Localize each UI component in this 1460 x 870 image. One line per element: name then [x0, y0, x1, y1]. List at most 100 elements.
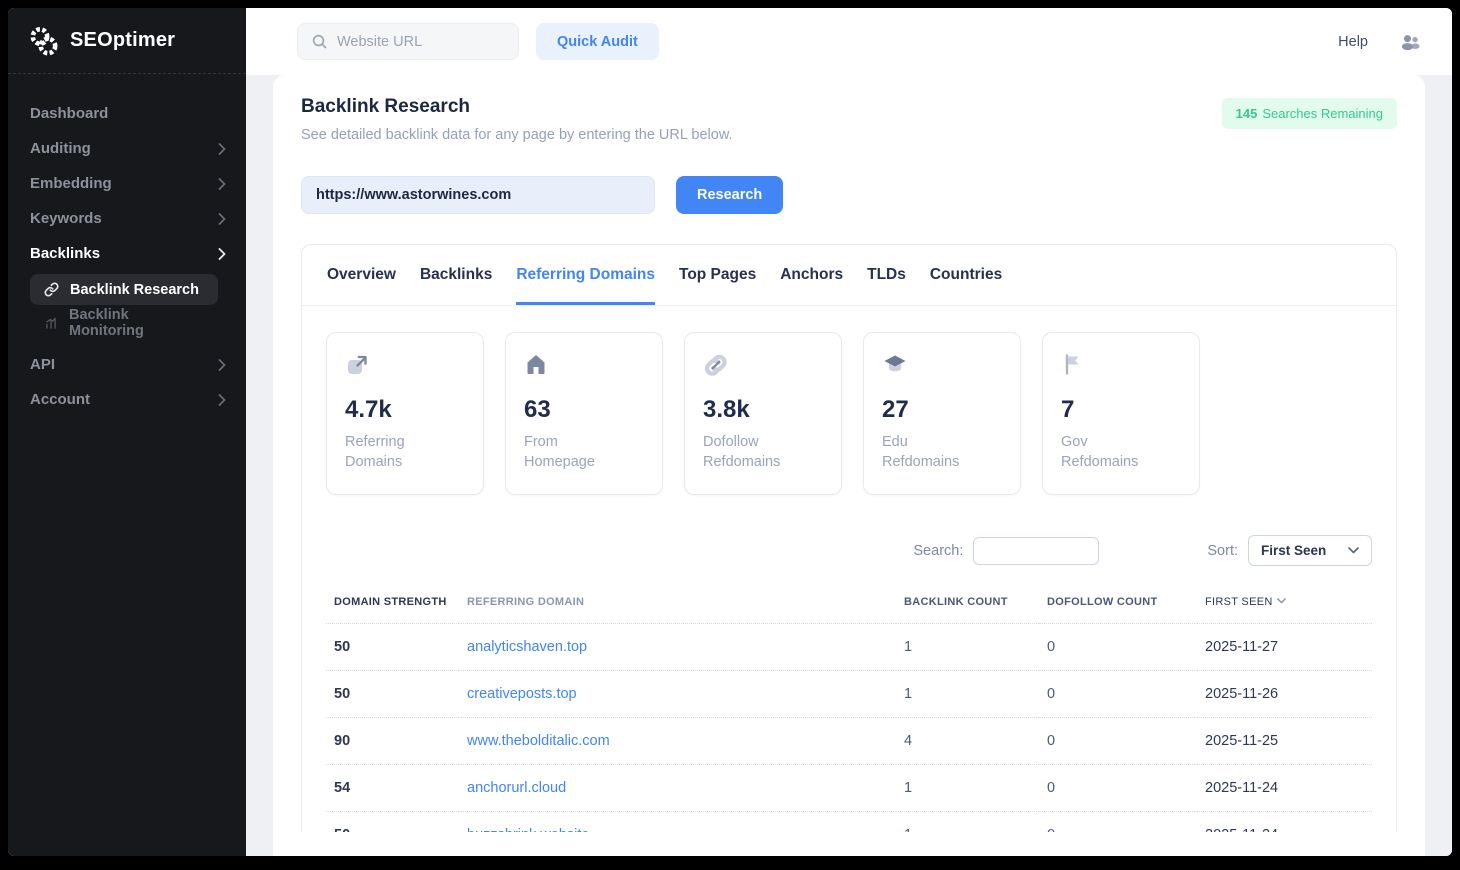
first-seen-cell: 2025-11-26 [1197, 671, 1372, 718]
backlink-count-cell: 1 [896, 765, 1039, 812]
sidebar-item-embedding[interactable]: Embedding [8, 166, 246, 201]
stat-value: 27 [882, 396, 1002, 424]
backlink-count-cell: 1 [896, 812, 1039, 833]
quick-audit-button[interactable]: Quick Audit [536, 23, 659, 60]
table-row: 50 creativeposts.top 1 0 2025-11-26 [326, 671, 1372, 718]
searches-remaining-count: 145 [1236, 106, 1258, 121]
domain-strength-cell: 90 [326, 718, 459, 765]
dofollow-count-cell: 0 [1039, 765, 1197, 812]
referring-domain-link[interactable]: creativeposts.top [467, 686, 577, 702]
tab-referring-domains[interactable]: Referring Domains [516, 245, 655, 305]
app-window: SEOptimer Dashboard Auditing Embedding K… [8, 8, 1452, 856]
tab-anchors[interactable]: Anchors [780, 245, 843, 305]
referring-domain-link[interactable]: buzzshrink.website [467, 827, 590, 832]
link-icon [703, 352, 823, 378]
topbar: Quick Audit Help [246, 8, 1452, 75]
domain-strength-cell: 50 [326, 624, 459, 671]
results-card: Overview Backlinks Referring Domains Top… [301, 244, 1397, 832]
stat-from-homepage: 63 From Homepage [505, 332, 663, 495]
search-label: Search: [913, 543, 963, 559]
stat-cards: 4.7k Referring Domains 63 Fr [326, 332, 1372, 495]
referring-domain-link[interactable]: www.thebolditalic.com [467, 733, 610, 749]
column-dofollow-count[interactable]: DOFOLLOW COUNT [1039, 587, 1197, 624]
tab-overview[interactable]: Overview [327, 245, 396, 305]
sidebar-item-backlink-research[interactable]: Backlink Research [30, 274, 218, 305]
referring-domain-link[interactable]: anchorurl.cloud [467, 780, 566, 796]
table-row: 50 buzzshrink.website 1 0 2025-11-24 [326, 812, 1372, 833]
dofollow-count-cell: 0 [1039, 812, 1197, 833]
table-search-input[interactable] [973, 537, 1099, 565]
searches-remaining-badge: 145 Searches Remaining [1222, 98, 1397, 129]
dofollow-count-cell: 0 [1039, 671, 1197, 718]
website-url-input[interactable] [337, 34, 505, 50]
bar-chart-icon [44, 316, 58, 330]
stat-gov-refdomains: 7 Gov Refdomains [1042, 332, 1200, 495]
searches-remaining-label: Searches Remaining [1262, 106, 1383, 121]
stat-label: Referring Domains [345, 433, 435, 472]
chevron-right-icon [218, 394, 226, 406]
website-url-searchbox[interactable] [297, 23, 519, 60]
external-link-icon [345, 352, 465, 378]
dofollow-count-cell: 0 [1039, 624, 1197, 671]
sidebar-nav: Dashboard Auditing Embedding Keywords [8, 74, 246, 417]
dofollow-count-cell: 0 [1039, 718, 1197, 765]
tab-backlinks[interactable]: Backlinks [420, 245, 492, 305]
users-account-icon[interactable] [1398, 31, 1422, 53]
first-seen-cell: 2025-11-24 [1197, 812, 1372, 833]
first-seen-cell: 2025-11-25 [1197, 718, 1372, 765]
flag-icon [1061, 352, 1181, 378]
stat-edu-refdomains: 27 Edu Refdomains [863, 332, 1021, 495]
sidebar-item-auditing[interactable]: Auditing [8, 131, 246, 166]
sort-select[interactable]: First Seen [1248, 535, 1372, 566]
backlink-url-input[interactable] [301, 176, 655, 214]
sidebar-item-account[interactable]: Account [8, 382, 246, 417]
content-background: Backlink Research See detailed backlink … [246, 75, 1452, 856]
research-button[interactable]: Research [676, 176, 783, 214]
tab-countries[interactable]: Countries [930, 245, 1002, 305]
page-subtitle: See detailed backlink data for any page … [301, 127, 733, 143]
sort-selected-value: First Seen [1261, 543, 1326, 558]
tab-bar: Overview Backlinks Referring Domains Top… [302, 245, 1396, 306]
chevron-down-icon [1348, 547, 1359, 554]
backlink-count-cell: 1 [896, 624, 1039, 671]
column-referring-domain[interactable]: REFERRING DOMAIN [459, 587, 896, 624]
chevron-right-icon [218, 178, 226, 190]
chevron-right-icon [218, 359, 226, 371]
first-seen-cell: 2025-11-27 [1197, 624, 1372, 671]
table-row: 54 anchorurl.cloud 1 0 2025-11-24 [326, 765, 1372, 812]
sidebar-item-dashboard[interactable]: Dashboard [8, 96, 246, 131]
sidebar: SEOptimer Dashboard Auditing Embedding K… [8, 8, 246, 856]
referring-domain-link[interactable]: analyticshaven.top [467, 639, 587, 655]
stat-label: Dofollow Refdomains [703, 433, 793, 472]
column-domain-strength[interactable]: DOMAIN STRENGTH [326, 587, 459, 624]
search-icon [311, 33, 328, 50]
brand-name: SEOptimer [70, 29, 175, 52]
sidebar-item-backlink-monitoring[interactable]: Backlink Monitoring [30, 307, 218, 339]
graduation-cap-icon [882, 352, 1002, 378]
table-header-row: DOMAIN STRENGTH REFERRING DOMAIN BACKLIN… [326, 587, 1372, 624]
sidebar-item-keywords[interactable]: Keywords [8, 201, 246, 236]
stat-value: 3.8k [703, 396, 823, 424]
stat-value: 7 [1061, 396, 1181, 424]
table-controls: Search: Sort: First Seen [326, 535, 1372, 566]
first-seen-cell: 2025-11-24 [1197, 765, 1372, 812]
domain-strength-cell: 50 [326, 671, 459, 718]
table-row: 90 www.thebolditalic.com 4 0 2025-11-25 [326, 718, 1372, 765]
seoptimer-gear-icon [28, 25, 60, 57]
tab-tlds[interactable]: TLDs [867, 245, 906, 305]
sidebar-item-backlinks[interactable]: Backlinks [8, 236, 246, 271]
domain-strength-cell: 50 [326, 812, 459, 833]
tab-top-pages[interactable]: Top Pages [679, 245, 756, 305]
stat-label: Edu Refdomains [882, 433, 972, 472]
sort-label: Sort: [1207, 543, 1238, 559]
column-first-seen[interactable]: FIRST SEEN [1197, 587, 1372, 624]
sidebar-item-api[interactable]: API [8, 347, 246, 382]
home-icon [524, 352, 644, 378]
column-backlink-count[interactable]: BACKLINK COUNT [896, 587, 1039, 624]
backlink-count-cell: 1 [896, 671, 1039, 718]
content-panel: Backlink Research See detailed backlink … [273, 75, 1425, 856]
stat-label: From Homepage [524, 433, 614, 472]
help-link[interactable]: Help [1338, 34, 1368, 50]
brand-logo[interactable]: SEOptimer [8, 8, 246, 74]
main-area: Quick Audit Help Backlink Research [246, 8, 1452, 856]
